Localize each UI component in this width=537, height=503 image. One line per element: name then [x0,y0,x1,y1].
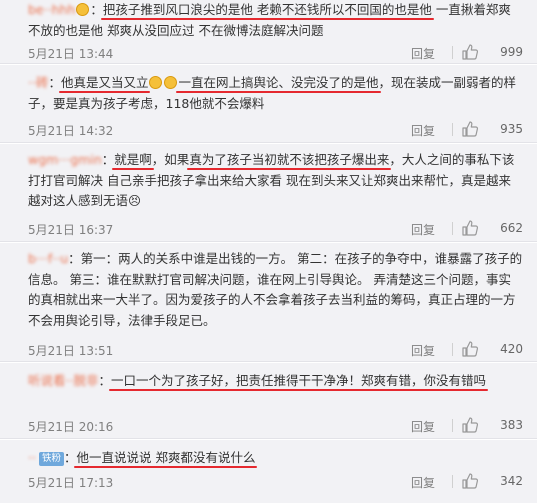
comment-footer: 5月21日 14:32 回复 935 [28,120,523,140]
reply-button[interactable]: 回复 [411,474,435,491]
divider [452,419,453,432]
comment-username[interactable]: 听说看··脱非 [28,373,98,388]
comment-text: ，如果 [151,152,190,167]
comment-text: ： [63,450,77,465]
thumbs-up-icon[interactable] [461,120,479,138]
highlighted-text: 就是啊 [114,152,152,167]
divider [452,343,453,356]
comment-2: ··砖：他真是又当又立 一直在网上搞舆论、没完没了的是他，现在装成一副弱者的样子，… [0,65,537,143]
comment-footer: 5月21日 13:51 回复 420 [28,340,523,360]
comment-time: 5月21日 13:44 [28,47,114,61]
comment-body: b···f··u：第一：两人的关系中谁是出钱的一方。 第二：在孩子的争夺中，谁暴… [28,249,523,331]
comment-footer: 5月21日 20:16 回复 383 [28,416,523,436]
highlighted-text: 一口一个为了孩子好，把责任推得干干净净！郑爽有错，你没有错吗 [110,373,486,388]
comment-footer: 5月21日 17:13 回复 342 [28,472,523,492]
like-count: 420 [500,342,523,356]
highlighted-text: 把孩子推到风口浪尖的是他 老赖不还钱所以不回国的也是他 [102,2,432,17]
reply-button[interactable]: 回复 [411,45,435,62]
comment-body: 听说看··脱非：一口一个为了孩子好，把责任推得干干净净！郑爽有错，你没有错吗 [28,371,523,392]
comment-text: ： [48,75,61,90]
emoji-icon [149,76,163,89]
reply-button[interactable]: 回复 [411,221,435,238]
highlighted-text: 他真是又当又立 [60,75,149,90]
highlighted-text: 他一直说说说 郑爽都没有说什么 [76,450,256,465]
comment-text: ： [101,152,115,167]
reply-button[interactable]: 回复 [411,342,435,359]
comment-time: 5月21日 16:37 [28,223,114,237]
comment-4: b···f··u：第一：两人的关系中谁是出钱的一方。 第二：在孩子的争夺中，谁暴… [0,243,537,362]
comment-username[interactable]: be··hhh [28,2,75,17]
reply-button[interactable]: 回复 [411,418,435,435]
comment-time: 5月21日 13:51 [28,344,114,358]
like-count: 342 [500,474,523,488]
like-count: 999 [500,45,523,59]
like-count: 383 [500,418,523,432]
comment-6: ·· 铁粉 ：他一直说说说 郑爽都没有说什么 5月21日 17:13 回复 342 [0,440,537,503]
emoji-icon [76,3,90,16]
comment-footer: 5月21日 13:44 回复 999 [28,43,523,63]
fan-badge: 铁粉 [38,452,64,466]
thumbs-up-icon[interactable] [461,472,479,490]
comment-body: wgm···gmin：就是啊，如果真为了孩子当初就不该把孩子爆出来，大人之间的事… [28,150,523,212]
reply-button[interactable]: 回复 [411,122,435,139]
comment-1: be··hhh ：把孩子推到风口浪尖的是他 老赖不还钱所以不回国的也是他 一直揪着… [0,0,537,64]
comment-username[interactable]: ·· [28,450,36,465]
highlighted-text: 一直在网上搞舆论、没完没了的是他 [178,75,379,90]
comment-text: ： [98,373,111,388]
comment-time: 5月21日 14:32 [28,124,114,138]
comment-time: 5月21日 17:13 [28,476,114,490]
like-count: 662 [500,221,523,235]
comment-body: be··hhh ：把孩子推到风口浪尖的是他 老赖不还钱所以不回国的也是他 一直揪着… [28,0,523,41]
divider [452,222,453,235]
divider [452,123,453,136]
comment-footer: 5月21日 16:37 回复 662 [28,219,523,239]
highlighted-text: 真为了孩子当初就不该把孩子爆出来 [189,152,390,167]
comment-username[interactable]: ··砖 [28,75,48,90]
divider [452,46,453,59]
comment-text: ：第一：两人的关系中谁是出钱的一方。 第二：在孩子的争夺中，谁暴露了孩子的信息。… [28,251,523,328]
thumbs-up-icon[interactable] [461,43,479,61]
comment-body: ··砖：他真是又当又立 一直在网上搞舆论、没完没了的是他，现在装成一副弱者的样子，… [28,73,523,114]
emoji-icon [164,76,178,89]
divider [452,475,453,488]
comment-body: ·· 铁粉 ：他一直说说说 郑爽都没有说什么 [28,448,523,469]
thumbs-up-icon[interactable] [461,219,479,237]
thumbs-up-icon[interactable] [461,416,479,434]
comment-5: 听说看··脱非：一口一个为了孩子好，把责任推得干干净净！郑爽有错，你没有错吗 5… [0,363,537,439]
comment-username[interactable]: b···f··u [28,251,68,266]
comment-username[interactable]: wgm···gmin [28,152,102,167]
like-count: 935 [500,122,523,136]
thumbs-up-icon[interactable] [461,340,479,358]
comment-3: wgm···gmin：就是啊，如果真为了孩子当初就不该把孩子爆出来，大人之间的事… [0,144,537,242]
comment-time: 5月21日 20:16 [28,420,114,434]
comment-text: ： [90,2,103,17]
